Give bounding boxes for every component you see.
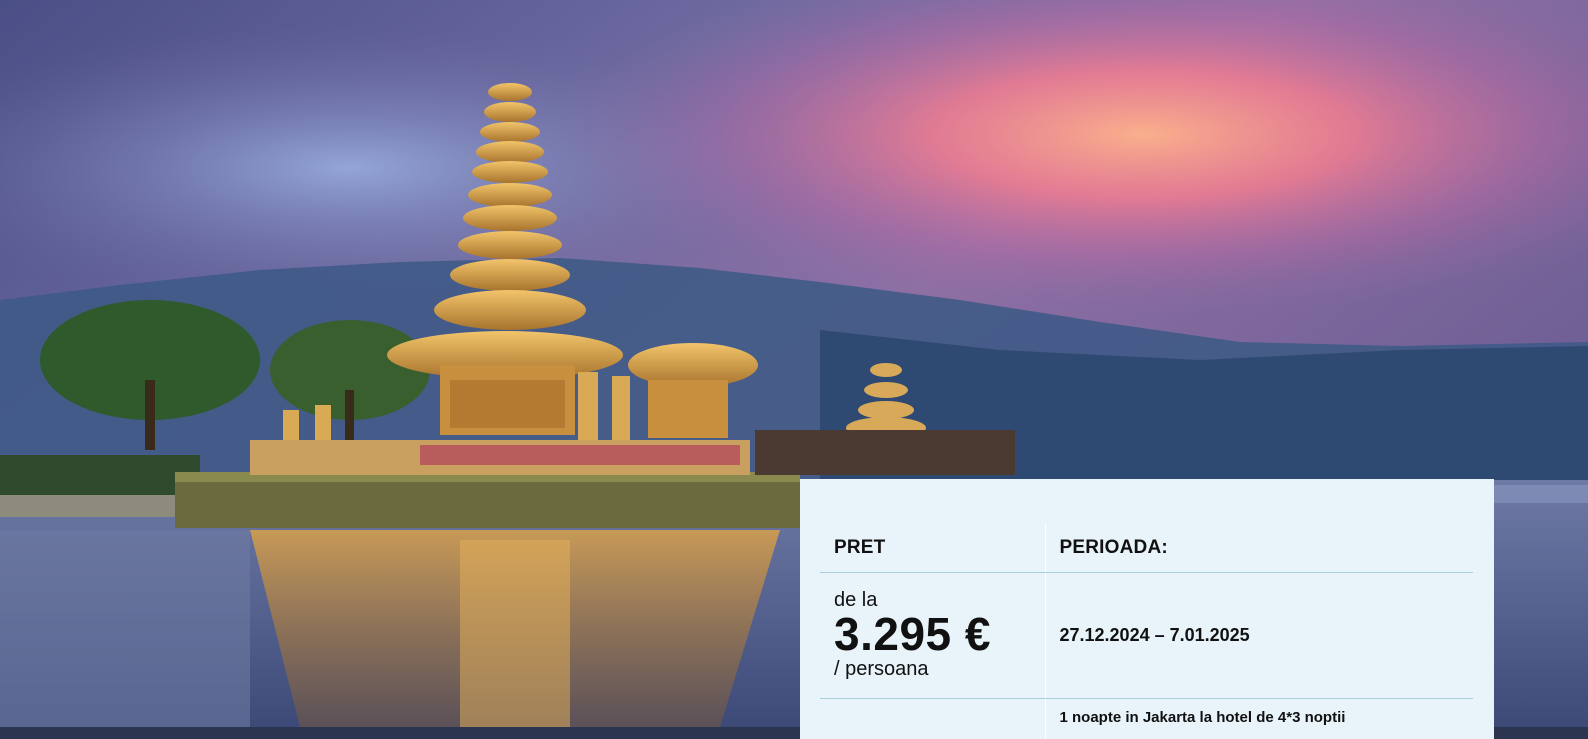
period-column-header: PERIOADA: bbox=[1044, 524, 1473, 573]
period-dates: 27.12.2024 – 7.01.2025 bbox=[1059, 624, 1250, 645]
accommodation-note: 1 noapte in Jakarta la hotel de 4*3 nopt… bbox=[1059, 708, 1346, 726]
price-column-header: PRET bbox=[820, 524, 1045, 573]
pricing-table: PRET PERIOADA: de la 3.295 € / persoana … bbox=[820, 524, 1473, 738]
price-value: 3.295 € bbox=[834, 608, 991, 660]
price-info-panel: PRET PERIOADA: de la 3.295 € / persoana … bbox=[800, 479, 1494, 739]
extra-right-cell: 1 noapte in Jakarta la hotel de 4*3 nopt… bbox=[1044, 698, 1473, 738]
price-cell: de la 3.295 € / persoana bbox=[820, 572, 1045, 699]
extra-left-cell bbox=[820, 698, 1045, 738]
period-cell: 27.12.2024 – 7.01.2025 bbox=[1044, 572, 1473, 699]
per-person-label: / persoana bbox=[834, 658, 929, 680]
